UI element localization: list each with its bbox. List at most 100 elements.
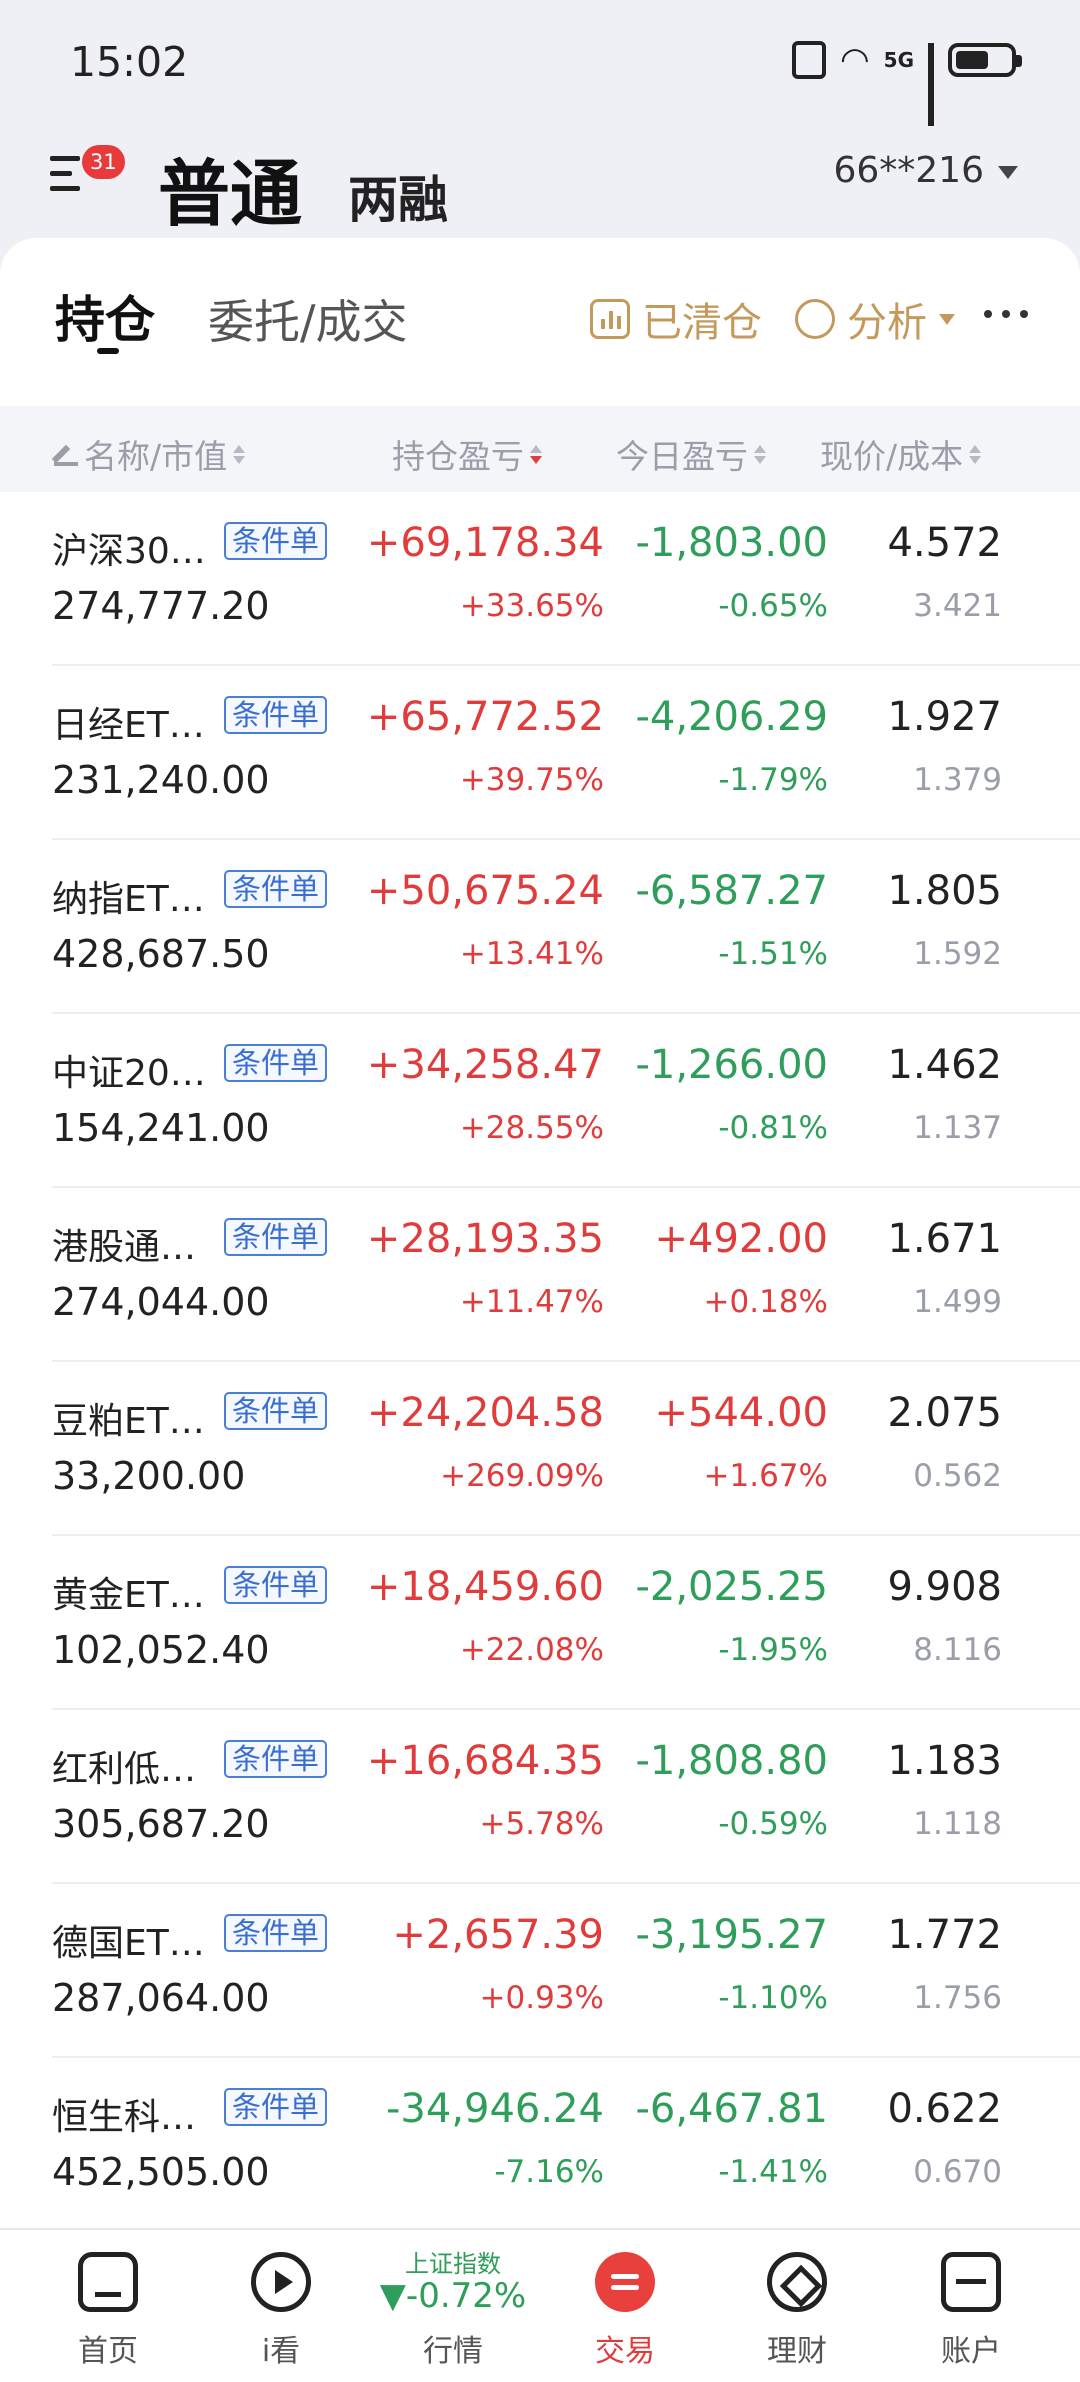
holding-price: 9.908 (887, 1564, 1002, 1610)
holding-row[interactable]: 红利低… 条件单 305,687.20 +16,684.35 +5.78% -1,808.… (52, 1710, 1080, 1884)
nav-market[interactable]: 上证指数 ▼-0.72% 行情 (368, 2230, 538, 2382)
status-time: 15:02 (70, 38, 189, 86)
holding-today-pct: -1.41% (718, 2154, 828, 2190)
cleared-label: 已清仓 (642, 300, 762, 346)
holding-pl-pct: +0.93% (479, 1980, 604, 2016)
conditional-order-tag[interactable]: 条件单 (224, 1044, 328, 1082)
holding-name: 港股通… (52, 1227, 197, 1268)
holding-price: 1.462 (887, 1042, 1002, 1088)
holding-price: 2.075 (887, 1390, 1002, 1436)
holding-market-value: 274,044.00 (52, 1280, 270, 1324)
holding-pl: +69,178.34 (366, 520, 604, 566)
chevron-down-icon (939, 313, 955, 325)
account-type-normal[interactable]: 普通 (158, 135, 302, 240)
holding-pl: +28,193.35 (366, 1216, 604, 1262)
conditional-order-tag[interactable]: 条件单 (224, 696, 328, 734)
market-index-value: ▼-0.72% (379, 2276, 527, 2316)
holding-name: 日经ET… (52, 705, 205, 746)
holding-market-value: 428,687.50 (52, 932, 270, 976)
column-pl-label: 持仓盈亏 (392, 437, 524, 476)
nav-home-label: 首页 (78, 2334, 138, 2369)
holding-pl-pct: +269.09% (440, 1458, 604, 1494)
column-price[interactable]: 现价/成本 (820, 430, 982, 478)
holding-cost: 8.116 (913, 1632, 1002, 1668)
column-name[interactable]: 名称/市值 (54, 430, 246, 478)
holding-pl-pct: +5.78% (479, 1806, 604, 1842)
holding-market-value: 231,240.00 (52, 758, 270, 802)
holding-market-value: 33,200.00 (52, 1454, 246, 1498)
conditional-order-tag[interactable]: 条件单 (224, 1392, 328, 1430)
holding-price: 1.671 (887, 1216, 1002, 1262)
column-today-label: 今日盈亏 (616, 437, 748, 476)
holding-row[interactable]: 港股通… 条件单 274,044.00 +28,193.35 +11.47% +492.0… (52, 1188, 1080, 1362)
holding-row[interactable]: 豆粕ET… 条件单 33,200.00 +24,204.58 +269.09% +544.… (52, 1362, 1080, 1536)
holding-today-pl: -1,803.00 (635, 520, 828, 566)
column-name-label: 名称/市值 (84, 437, 228, 476)
trend-icon (795, 299, 835, 339)
holding-today-pct: -0.81% (718, 1110, 828, 1146)
holding-pl-pct: +13.41% (459, 936, 604, 972)
holding-market-value: 305,687.20 (52, 1802, 270, 1846)
holding-market-value: 452,505.00 (52, 2150, 270, 2194)
holding-cost: 3.421 (913, 588, 1002, 624)
nav-finance-label: 理财 (767, 2334, 827, 2369)
tab-underline (97, 348, 119, 354)
holding-market-value: 287,064.00 (52, 1976, 270, 2020)
holding-today-pl: -1,266.00 (635, 1042, 828, 1088)
holding-row[interactable]: 日经ET… 条件单 231,240.00 +65,772.52 +39.75% -4,20… (52, 666, 1080, 840)
holding-row[interactable]: 黄金ET… 条件单 102,052.40 +18,459.60 +22.08% -2,02… (52, 1536, 1080, 1710)
notification-badge: 31 (82, 145, 125, 179)
holding-today-pl: +544.00 (654, 1390, 828, 1436)
holding-pl-pct: +11.47% (459, 1284, 604, 1320)
holding-price: 1.183 (887, 1738, 1002, 1784)
conditional-order-tag[interactable]: 条件单 (224, 2088, 328, 2126)
account-selector[interactable]: 66**216 (833, 150, 1018, 191)
sort-desc-icon (530, 444, 542, 464)
play-icon (251, 2252, 311, 2312)
conditional-order-tag[interactable]: 条件单 (224, 870, 328, 908)
column-pl[interactable]: 持仓盈亏 (392, 430, 542, 478)
nav-trade-label: 交易 (595, 2334, 655, 2369)
holding-today-pct: -1.79% (718, 762, 828, 798)
cleared-button[interactable]: 已清仓 (590, 290, 762, 348)
holdings-list: 沪深30… 条件单 274,777.20 +69,178.34 +33.65% -1,80… (0, 492, 1080, 2228)
holding-row[interactable]: 德国ET… 条件单 287,064.00 +2,657.39 +0.93% -3,195.… (52, 1884, 1080, 2058)
nav-account[interactable]: 账户 (886, 2230, 1056, 2382)
holding-row[interactable]: 恒生科… 条件单 452,505.00 -34,946.24 -7.16% -6,467.… (52, 2058, 1080, 2228)
holding-cost: 1.118 (913, 1806, 1002, 1842)
holding-row[interactable]: 沪深30… 条件单 274,777.20 +69,178.34 +33.65% -1,80… (52, 492, 1080, 666)
holding-today-pl: -6,467.81 (635, 2086, 828, 2132)
holding-name: 豆粕ET… (52, 1401, 205, 1442)
edit-icon[interactable] (54, 442, 78, 466)
holding-pl: +24,204.58 (366, 1390, 604, 1436)
holding-pl-pct: +28.55% (459, 1110, 604, 1146)
network-label: 5G (883, 48, 914, 72)
holding-row[interactable]: 中证20… 条件单 154,241.00 +34,258.47 +28.55% -1,26… (52, 1014, 1080, 1188)
nav-trade[interactable]: 交易 (540, 2230, 710, 2382)
conditional-order-tag[interactable]: 条件单 (224, 1218, 328, 1256)
holding-name: 德国ET… (52, 1923, 205, 1964)
holding-pl: +16,684.35 (366, 1738, 604, 1784)
nav-finance[interactable]: 理财 (712, 2230, 882, 2382)
holding-pl: +34,258.47 (366, 1042, 604, 1088)
finance-icon (767, 2252, 827, 2312)
column-price-label: 现价/成本 (820, 437, 964, 476)
holding-row[interactable]: 纳指ET… 条件单 428,687.50 +50,675.24 +13.41% -6,58… (52, 840, 1080, 1014)
holdings-panel: 持仓 委托/成交 已清仓 分析 名称/市值 持仓盈亏 今日盈亏 现价/成本 沪深… (0, 238, 1080, 2228)
nav-home[interactable]: 首页 (23, 2230, 193, 2382)
tab-holdings[interactable]: 持仓 (55, 280, 155, 352)
header: 31 普通 两融 66**216 (0, 125, 1080, 240)
analysis-button[interactable]: 分析 (795, 290, 955, 348)
conditional-order-tag[interactable]: 条件单 (224, 522, 328, 560)
holding-today-pct: +0.18% (703, 1284, 828, 1320)
more-icon[interactable] (984, 310, 1028, 318)
vibrate-icon (791, 41, 826, 79)
account-type-margin[interactable]: 两融 (348, 160, 448, 232)
conditional-order-tag[interactable]: 条件单 (224, 1566, 328, 1604)
holding-today-pct: -1.95% (718, 1632, 828, 1668)
conditional-order-tag[interactable]: 条件单 (224, 1914, 328, 1952)
column-today[interactable]: 今日盈亏 (616, 430, 766, 478)
conditional-order-tag[interactable]: 条件单 (224, 1740, 328, 1778)
nav-watch[interactable]: i看 (196, 2230, 366, 2382)
tab-orders[interactable]: 委托/成交 (208, 286, 408, 352)
